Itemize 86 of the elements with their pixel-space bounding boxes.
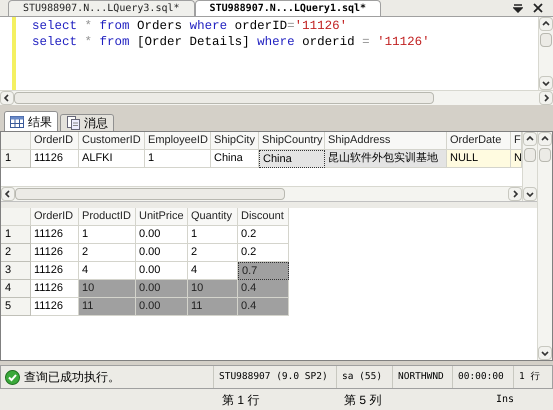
- document-tab[interactable]: STU988907.N...LQuery3.sql*: [8, 0, 195, 16]
- column-header[interactable]: CustomerID: [79, 132, 145, 150]
- table-cell: 2: [79, 244, 136, 262]
- table-cell: China: [259, 150, 325, 168]
- table-cell: 0.4: [238, 298, 289, 316]
- dropdown-icon[interactable]: [513, 3, 523, 13]
- server-info: STU988907 (9.0 SP2): [213, 366, 336, 388]
- column-header[interactable]: F: [511, 132, 522, 150]
- scroll-right-button[interactable]: [508, 187, 522, 201]
- table-cell: 11126: [31, 226, 79, 244]
- table-cell: 11126: [31, 298, 79, 316]
- row-number[interactable]: 5: [1, 298, 31, 316]
- column-header[interactable]: Discount: [238, 208, 289, 226]
- scrollbar-thumb[interactable]: [539, 148, 551, 162]
- result-tab[interactable]: 结果: [4, 111, 58, 131]
- scroll-left-button[interactable]: [1, 187, 15, 201]
- table-cell: 4: [79, 262, 136, 280]
- user-info: sa (55): [336, 366, 392, 388]
- table-cell: 0.2: [238, 226, 289, 244]
- table-cell: 11: [188, 298, 238, 316]
- column-header[interactable]: EmployeeID: [145, 132, 211, 150]
- table-cell: 2: [188, 244, 238, 262]
- column-header[interactable]: ShipAddress: [325, 132, 447, 150]
- table-cell: 11126: [31, 280, 79, 298]
- table-cell: 1: [145, 150, 211, 168]
- row-count: 1 行: [513, 366, 547, 388]
- scroll-right-button[interactable]: [539, 91, 553, 105]
- code-line: select * from [Order Details] where orderid = '11126': [32, 34, 430, 50]
- scroll-down-button[interactable]: [538, 346, 552, 360]
- table-cell: 11: [79, 298, 136, 316]
- row-number[interactable]: 3: [1, 262, 31, 280]
- table-cell: N: [511, 150, 522, 168]
- row-number[interactable]: 1: [1, 150, 31, 168]
- column-header[interactable]: ShipCity: [211, 132, 259, 150]
- scrollbar-thumb[interactable]: [540, 33, 552, 47]
- table-cell: 0.00: [136, 280, 188, 298]
- table-cell: 1: [188, 226, 238, 244]
- column-header[interactable]: UnitPrice: [136, 208, 188, 226]
- scroll-down-button[interactable]: [523, 187, 537, 201]
- close-icon[interactable]: [533, 3, 543, 13]
- scroll-down-button[interactable]: [539, 76, 553, 90]
- table-cell: 0.7: [238, 262, 289, 280]
- code-line: select * from Orders where orderID='11126': [32, 18, 348, 34]
- scroll-up-button[interactable]: [538, 132, 552, 146]
- success-check-icon: [5, 370, 20, 384]
- table-cell: 0.00: [136, 226, 188, 244]
- elapsed-time: 00:00:00: [452, 366, 513, 388]
- table-cell: 0.00: [136, 262, 188, 280]
- column-header[interactable]: OrderID: [31, 132, 79, 150]
- database-name: NORTHWND: [392, 366, 452, 388]
- result-tab[interactable]: 消息: [60, 114, 114, 131]
- cursor-line: 第 1 行: [222, 392, 260, 408]
- scrollbar-thumb[interactable]: [15, 188, 285, 200]
- column-header[interactable]: OrderID: [31, 208, 79, 226]
- table-cell: ALFKI: [79, 150, 145, 168]
- row-number[interactable]: 4: [1, 280, 31, 298]
- table-cell: 11126: [31, 150, 79, 168]
- table-cell: 4: [188, 262, 238, 280]
- scroll-up-button[interactable]: [523, 132, 537, 146]
- row-number[interactable]: 2: [1, 244, 31, 262]
- table-cell: 0.00: [136, 298, 188, 316]
- scrollbar-thumb[interactable]: [14, 92, 434, 104]
- table-cell: 1: [79, 226, 136, 244]
- grid-icon: [10, 116, 24, 128]
- cursor-column: 第 5 列: [344, 390, 496, 408]
- table-cell: 0.2: [238, 244, 289, 262]
- table-cell: 11126: [31, 262, 79, 280]
- column-header[interactable]: OrderDate: [447, 132, 511, 150]
- row-number[interactable]: 1: [1, 226, 31, 244]
- table-cell: 0.00: [136, 244, 188, 262]
- table-cell: NULL: [447, 150, 511, 168]
- table-cell: 昆山软件外包实训基地: [325, 150, 447, 168]
- table-cell: 10: [79, 280, 136, 298]
- column-header[interactable]: ShipCountry: [259, 132, 325, 150]
- status-message: 查询已成功执行。: [24, 369, 121, 386]
- column-header[interactable]: Quantity: [188, 208, 238, 226]
- scrollbar-thumb[interactable]: [524, 148, 536, 162]
- table-cell: 11126: [31, 244, 79, 262]
- table-cell: 10: [188, 280, 238, 298]
- table-cell: China: [211, 150, 259, 168]
- scroll-left-button[interactable]: [0, 91, 14, 105]
- scroll-up-button[interactable]: [539, 17, 553, 31]
- column-header[interactable]: ProductID: [79, 208, 136, 226]
- table-cell: 0.4: [238, 280, 289, 298]
- insert-mode: Ins: [496, 393, 514, 407]
- document-tab[interactable]: STU988907.N...LQuery1.sql*: [194, 0, 382, 16]
